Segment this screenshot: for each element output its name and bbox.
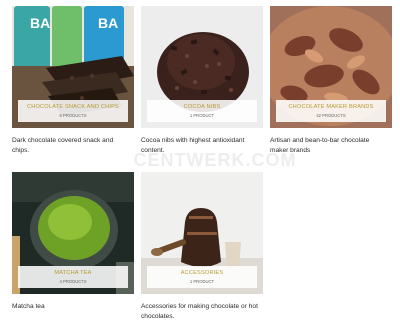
category-label-overlay: CHOCOLATE SNACK AND CHIPS 6 PRODUCTS — [18, 100, 128, 122]
category-thumbnail[interactable]: MATCHA TEA 4 PRODUCTS — [12, 172, 134, 294]
category-title[interactable]: ACCESSORIES — [147, 269, 257, 277]
category-title[interactable]: CHOCOLATE MAKER BRANDS — [276, 103, 386, 111]
category-description: Dark chocolate covered snack and chips. — [12, 137, 114, 154]
category-title[interactable]: COCOA NIBS — [147, 103, 257, 111]
category-label-overlay: MATCHA TEA 4 PRODUCTS — [18, 266, 128, 288]
category-thumbnail[interactable]: CHOCOLATE MAKER BRANDS 42 PRODUCTS — [270, 6, 392, 128]
category-description: Artisan and bean-to-bar chocolate maker … — [270, 137, 370, 154]
category-label-overlay: CHOCOLATE MAKER BRANDS 42 PRODUCTS — [276, 100, 386, 122]
category-card-chocolate-snack[interactable]: BA BA CHOCOLATE SNACK AND CHIPS 6 PRODUC… — [12, 6, 134, 156]
category-label-overlay: COCOA NIBS 1 PRODUCT — [147, 100, 257, 122]
category-product-count: 1 PRODUCT — [189, 113, 215, 118]
svg-text:BA: BA — [30, 15, 50, 31]
category-thumbnail[interactable]: ACCESSORIES 1 PRODUCT — [141, 172, 263, 294]
category-product-count: 6 PRODUCTS — [59, 113, 87, 118]
category-card-cocoa-nibs[interactable]: COCOA NIBS 1 PRODUCT Cocoa nibs with hig… — [141, 6, 263, 156]
category-description: Cocoa nibs with highest antioxidant cont… — [141, 137, 245, 154]
svg-text:BA: BA — [98, 15, 118, 31]
category-thumbnail[interactable]: BA BA CHOCOLATE SNACK AND CHIPS 6 PRODUC… — [12, 6, 134, 128]
category-description: Matcha tea — [12, 303, 45, 310]
category-product-count: 4 PRODUCTS — [59, 279, 87, 284]
category-card-matcha-tea[interactable]: MATCHA TEA 4 PRODUCTS Matcha tea — [12, 172, 134, 312]
category-title[interactable]: MATCHA TEA — [18, 269, 128, 277]
category-label-overlay: ACCESSORIES 1 PRODUCT — [147, 266, 257, 288]
category-product-count: 42 PRODUCTS — [316, 113, 346, 118]
category-title[interactable]: CHOCOLATE SNACK AND CHIPS — [18, 103, 128, 111]
category-description: Accessories for making chocolate or hot … — [141, 303, 258, 320]
category-card-accessories[interactable]: ACCESSORIES 1 PRODUCT Accessories for ma… — [141, 172, 263, 320]
category-product-count: 1 PRODUCT — [189, 279, 215, 284]
category-card-chocolate-maker-brands[interactable]: CHOCOLATE MAKER BRANDS 42 PRODUCTS Artis… — [270, 6, 392, 156]
category-thumbnail[interactable]: COCOA NIBS 1 PRODUCT — [141, 6, 263, 128]
